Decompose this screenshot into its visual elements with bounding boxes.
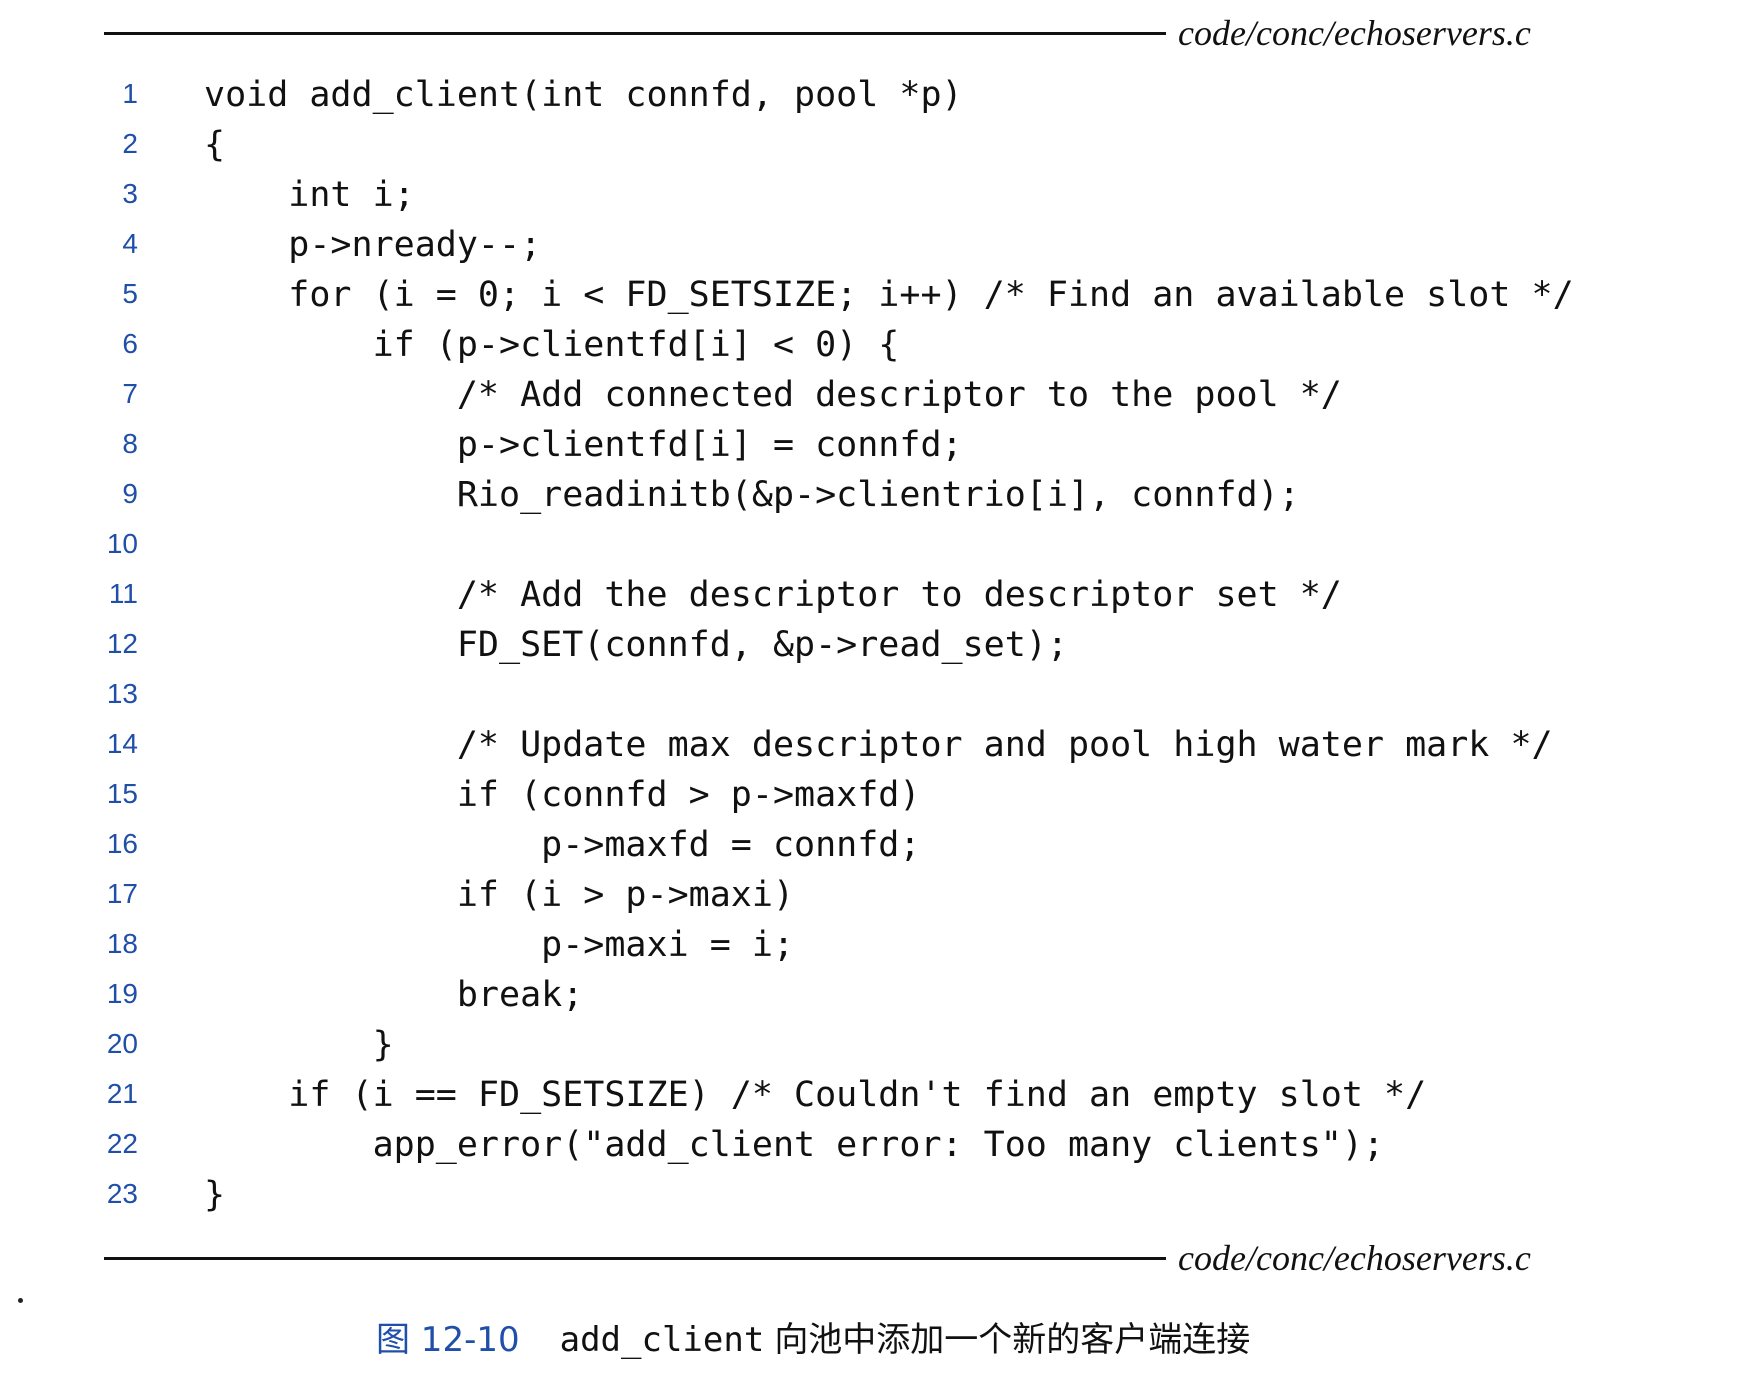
code-line: 6 if (p->clientfd[i] < 0) { [0,320,1754,370]
code-line: 5 for (i = 0; i < FD_SETSIZE; i++) /* Fi… [0,270,1754,320]
footer-filename: code/conc/echoservers.c [1178,1238,1531,1278]
line-number: 6 [122,328,138,359]
code-line: 18 p->maxi = i; [0,920,1754,970]
line-number: 7 [122,378,138,409]
header-filename: code/conc/echoservers.c [1178,13,1531,53]
line-number: 18 [106,928,138,959]
figure-function-name: add_client [559,1320,765,1360]
code-line: 3 int i; [0,170,1754,220]
code-listing: 1 void add_client(int connfd, pool *p) 2{… [0,70,1754,1220]
line-number: 4 [122,228,138,259]
code-text: p->maxi = i; [204,925,795,965]
code-text: for (i = 0; i < FD_SETSIZE; i++) /* Find… [204,275,1574,315]
code-line: 7 /* Add connected descriptor to the poo… [0,370,1754,420]
code-text: int i; [204,175,415,215]
code-line: 17 if (i > p->maxi) [0,870,1754,920]
code-text: p->clientfd[i] = connfd; [204,425,963,465]
line-number: 23 [106,1178,138,1209]
code-text: if (connfd > p->maxfd) [204,775,921,815]
top-rule [104,32,1166,35]
code-text: if (p->clientfd[i] < 0) { [204,325,900,365]
line-number: 9 [122,478,138,509]
line-number: 21 [106,1078,138,1109]
code-line: 20 } [0,1020,1754,1070]
code-line: 15 if (connfd > p->maxfd) [0,770,1754,820]
code-line: 11 /* Add the descriptor to descriptor s… [0,570,1754,620]
code-text: /* Add connected descriptor to the pool … [204,375,1342,415]
code-text: Rio_readinitb(&p->clientrio[i], connfd); [204,475,1300,515]
line-number: 20 [106,1028,138,1059]
code-line: 13 [0,670,1754,720]
code-text: void add_client(int connfd, pool *p) [204,75,963,115]
line-number: 19 [106,978,138,1009]
code-text: } [204,1025,394,1065]
code-line: 19 break; [0,970,1754,1020]
code-line: 8 p->clientfd[i] = connfd; [0,420,1754,470]
code-text: { [204,125,226,165]
code-text: break; [204,975,584,1015]
line-number: 15 [106,778,138,809]
code-text: /* Update max descriptor and pool high w… [204,725,1553,765]
code-line: 4 p->nready--; [0,220,1754,270]
code-text: } [204,1175,226,1215]
line-number: 11 [108,578,138,609]
code-line: 10 [0,520,1754,570]
code-text: if (i > p->maxi) [204,875,795,915]
line-number: 1 [122,78,138,109]
code-text: p->nready--; [204,225,542,265]
code-text: p->maxfd = connfd; [204,825,921,865]
line-number: 13 [106,678,138,709]
bottom-rule [104,1257,1166,1260]
figure-label: 图 12-10 [376,1320,520,1360]
code-text: FD_SET(connfd, &p->read_set); [204,625,1068,665]
line-number: 16 [106,828,138,859]
code-line: 12 FD_SET(connfd, &p->read_set); [0,620,1754,670]
line-number: 2 [122,128,138,159]
code-line: 2{ [0,120,1754,170]
line-number: 22 [106,1128,138,1159]
line-number: 10 [106,528,138,559]
code-line: 23} [0,1170,1754,1220]
line-number: 12 [106,628,138,659]
figure-description: 向池中添加一个新的客户端连接 [774,1320,1251,1360]
line-number: 5 [122,278,138,309]
code-text: /* Add the descriptor to descriptor set … [204,575,1342,615]
line-number: 14 [106,728,138,759]
code-line: 22 app_error("add_client error: Too many… [0,1120,1754,1170]
stray-dot [18,1298,23,1303]
line-number: 17 [106,878,138,909]
line-number: 3 [122,178,138,209]
code-line: 21 if (i == FD_SETSIZE) /* Couldn't find… [0,1070,1754,1120]
code-text: app_error("add_client error: Too many cl… [204,1125,1385,1165]
code-line: 9 Rio_readinitb(&p->clientrio[i], connfd… [0,470,1754,520]
figure-caption: 图 12-10 add_client 向池中添加一个新的客户端连接 [376,1312,1250,1361]
code-line: 16 p->maxfd = connfd; [0,820,1754,870]
code-text: if (i == FD_SETSIZE) /* Couldn't find an… [204,1075,1427,1115]
line-number: 8 [122,428,138,459]
code-line: 14 /* Update max descriptor and pool hig… [0,720,1754,770]
code-line: 1 void add_client(int connfd, pool *p) [0,70,1754,120]
